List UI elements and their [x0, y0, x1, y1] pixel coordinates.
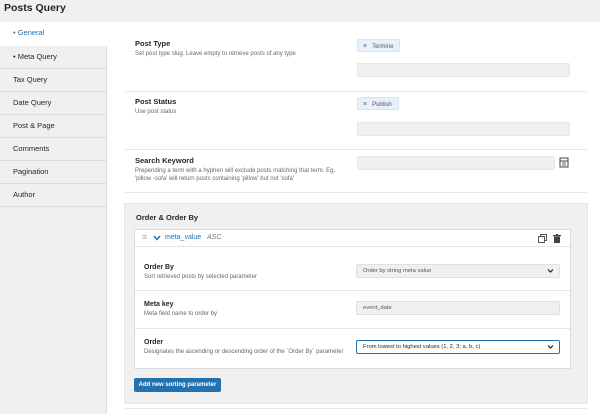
order-select[interactable]: From lowest to highest values (1, 2, 3; …	[356, 340, 560, 354]
meta-key-value: event_date	[363, 305, 392, 311]
post-type-desc: Set post type slug. Leave empty to retri…	[135, 51, 296, 57]
close-icon[interactable]: ×	[363, 101, 367, 108]
order-by-select[interactable]: Order by string meta value	[356, 264, 560, 278]
tab-comments[interactable]: Comments	[0, 138, 106, 161]
divider	[125, 149, 587, 150]
sorting-item-field[interactable]: meta_value	[165, 234, 201, 241]
post-status-label: Post Status	[135, 97, 177, 106]
post-status-input[interactable]	[357, 122, 570, 136]
order-by-value: Order by string meta value	[363, 268, 432, 274]
copy-icon[interactable]	[538, 234, 547, 243]
order-section: Order & Order By ≡ meta_value ASC Order …	[124, 203, 588, 404]
meta-key-input[interactable]: event_date	[356, 301, 560, 315]
tab-author[interactable]: Author	[0, 184, 106, 207]
post-status-row: Post Status Use post status	[135, 97, 575, 116]
drag-handle-icon[interactable]: ≡	[142, 232, 147, 242]
chevron-down-icon[interactable]	[153, 235, 161, 241]
tab-tax-query[interactable]: Tax Query	[0, 69, 106, 92]
trash-icon[interactable]	[553, 234, 561, 243]
close-icon[interactable]: ×	[363, 43, 367, 50]
search-keyword-desc-line2: 'pillow -sofa' will return posts contain…	[135, 176, 294, 183]
post-status-chip-label: Publish	[372, 102, 392, 108]
divider	[135, 328, 570, 329]
sorting-item-header[interactable]: ≡ meta_value ASC	[135, 230, 570, 247]
sorting-item-card: ≡ meta_value ASC Order By Sort retrieved…	[134, 229, 571, 369]
post-type-row: Post Type Set post type slug. Leave empt…	[135, 39, 575, 58]
divider	[125, 91, 587, 92]
tab-date-query[interactable]: Date Query	[0, 92, 106, 115]
order-section-title: Order & Order By	[136, 213, 199, 222]
sorting-item-direction: ASC	[207, 234, 222, 241]
post-status-desc: Use post status	[135, 109, 177, 115]
search-keyword-input[interactable]	[357, 156, 555, 170]
post-type-chip[interactable]: × Termine	[357, 39, 401, 52]
order-value: From lowest to highest values (1, 2, 3; …	[363, 344, 481, 350]
chevron-down-icon	[547, 345, 554, 349]
tab-pagination[interactable]: Pagination	[0, 161, 106, 184]
sidebar: • General • Meta Query Tax Query Date Qu…	[0, 22, 107, 414]
chevron-down-icon	[547, 269, 554, 273]
dynamic-tags-icon[interactable]	[559, 157, 569, 168]
divider	[125, 408, 587, 409]
tab-meta-query[interactable]: • Meta Query	[0, 46, 106, 69]
post-type-chip-label: Termine	[372, 44, 394, 50]
page-title: Posts Query	[4, 2, 66, 14]
post-type-input[interactable]	[357, 63, 570, 77]
divider	[135, 290, 570, 291]
divider	[125, 192, 587, 193]
main-panel: Post Type Set post type slug. Leave empt…	[107, 22, 600, 414]
add-sorting-parameter-button[interactable]: Add new sorting parameter	[134, 378, 221, 392]
tab-post-page[interactable]: Post & Page	[0, 115, 106, 138]
post-status-chip[interactable]: × Publish	[357, 97, 399, 110]
post-type-label: Post Type	[135, 39, 171, 48]
tab-general[interactable]: • General	[0, 22, 107, 46]
